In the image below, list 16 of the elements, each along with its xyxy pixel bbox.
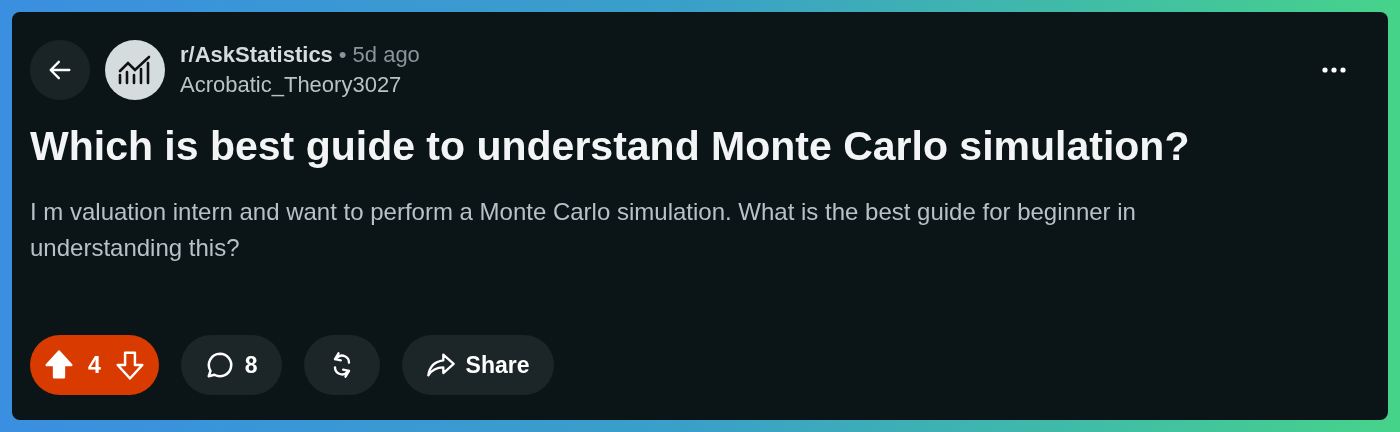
post-body: I m valuation intern and want to perform a Monte Carlo simulation. What is the best guide for beginner in understanding this? xyxy=(30,197,1137,263)
post-title: Which is best guide to understand Monte Carlo simulation? xyxy=(30,122,1191,171)
comments-button[interactable]: 8 xyxy=(180,335,282,395)
vote-count: 4 xyxy=(88,351,101,379)
subreddit-name[interactable]: r/AskStatistics xyxy=(180,42,333,68)
separator-dot: • xyxy=(338,42,347,68)
downvote-icon[interactable] xyxy=(114,349,145,381)
upvote-icon[interactable] xyxy=(44,349,74,381)
share-button[interactable]: Share xyxy=(401,335,554,395)
author-name[interactable]: Acrobatic_Theory3027 xyxy=(180,72,420,98)
subreddit-avatar[interactable] xyxy=(105,40,165,100)
post-age: 5d ago xyxy=(352,42,420,68)
more-icon xyxy=(1322,67,1346,73)
share-arrow-icon xyxy=(425,351,456,379)
chart-icon xyxy=(117,55,153,85)
speech-bubble-icon xyxy=(204,350,235,380)
